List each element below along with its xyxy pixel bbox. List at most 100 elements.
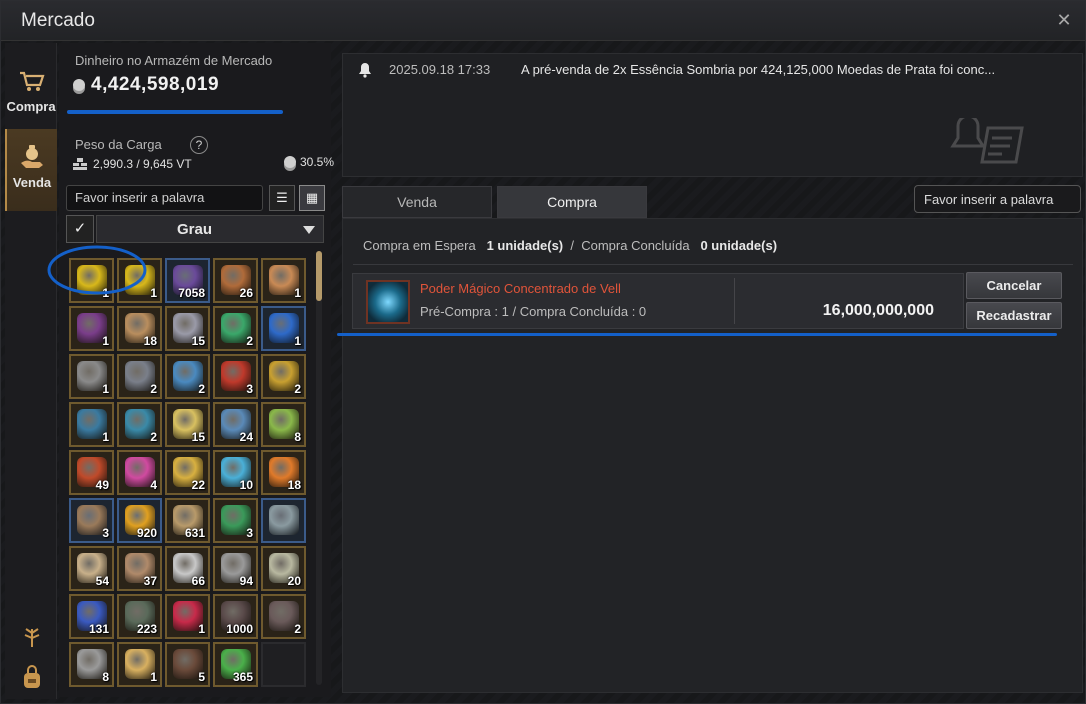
weight-percent: 30.5% [283, 155, 334, 169]
grade-checkbox[interactable]: ✓ [66, 215, 94, 243]
weight-amount: 2,990.3 / 9,645 VT [93, 157, 192, 171]
inventory-slot[interactable]: 3 [69, 498, 114, 543]
inventory-slot[interactable]: 2 [117, 402, 162, 447]
title-bar: Mercado ✕ [1, 1, 1085, 41]
item-count: 20 [287, 574, 301, 588]
item-count: 7058 [178, 286, 205, 300]
done-label: Compra Concluída [581, 238, 690, 253]
coins-stack-icon [283, 156, 296, 168]
inventory-slot[interactable]: 18 [261, 450, 306, 495]
tab-venda[interactable]: Venda [342, 186, 492, 218]
inventory-slot[interactable]: 24 [213, 402, 258, 447]
market-window: Mercado ✕ Compra Venda Dinheiro no Armaz… [0, 0, 1086, 704]
scrollbar-thumb[interactable] [316, 251, 322, 301]
inventory-search-input[interactable]: Favor inserir a palavra [66, 185, 263, 211]
item-count: 3 [246, 382, 253, 396]
inventory-slot[interactable]: 1 [261, 306, 306, 351]
backpack-icon[interactable] [19, 665, 45, 691]
inventory-slot[interactable]: 631 [165, 498, 210, 543]
divider [353, 264, 1073, 265]
inventory-slot[interactable]: 18 [117, 306, 162, 351]
waiting-label: Compra em Espera [363, 238, 476, 253]
grade-dropdown[interactable]: Grau [96, 215, 324, 243]
list-view-button[interactable]: ☰ [269, 185, 295, 211]
item-count: 131 [88, 622, 109, 636]
inventory-slot[interactable]: 2 [213, 306, 258, 351]
relist-button[interactable]: Recadastrar [966, 302, 1062, 329]
nav-item-compra[interactable]: Compra [5, 53, 57, 135]
nav-label-venda: Venda [12, 175, 52, 190]
weight-icon [73, 158, 87, 170]
inventory-slot[interactable]: 2 [165, 354, 210, 399]
house-icon [269, 505, 299, 535]
inventory-slot[interactable]: 2 [261, 594, 306, 639]
close-icon[interactable]: ✕ [1053, 9, 1075, 31]
inventory-slot[interactable]: 223 [117, 594, 162, 639]
inventory-slot[interactable]: 7058 [165, 258, 210, 303]
inventory-slot[interactable]: 3 [213, 498, 258, 543]
item-count: 1 [102, 430, 109, 444]
magic-orb-icon [366, 280, 410, 324]
inventory-slot[interactable]: 3 [213, 354, 258, 399]
summary-separator: / [570, 238, 574, 253]
money-label: Dinheiro no Armazém de Mercado [75, 53, 273, 68]
inventory-slot[interactable]: 54 [69, 546, 114, 591]
order-row[interactable]: Poder Mágico Concentrado de Vell Pré-Com… [352, 273, 964, 329]
inventory-panel: Dinheiro no Armazém de Mercado 4,424,598… [47, 43, 334, 697]
item-count: 54 [95, 574, 109, 588]
grid-view-button[interactable]: ▦ [299, 185, 325, 211]
inventory-slot[interactable]: 15 [165, 306, 210, 351]
inventory-slot[interactable]: 49 [69, 450, 114, 495]
inventory-slot[interactable]: 94 [213, 546, 258, 591]
inventory-slot[interactable] [261, 498, 306, 543]
inventory-slot[interactable]: 131 [69, 594, 114, 639]
item-count: 15 [191, 334, 205, 348]
inventory-slot[interactable]: 5 [165, 642, 210, 687]
inventory-slot[interactable]: 1 [117, 642, 162, 687]
grid-icon: ▦ [305, 190, 319, 205]
nav-item-venda[interactable]: Venda [5, 129, 57, 211]
inventory-slot[interactable]: 1 [261, 258, 306, 303]
inventory-slot[interactable]: 4 [117, 450, 162, 495]
bell-icon [359, 63, 371, 78]
item-count: 8 [102, 670, 109, 684]
inventory-slot[interactable]: 10 [213, 450, 258, 495]
inventory-slot[interactable]: 22 [165, 450, 210, 495]
inventory-slot[interactable]: 20 [261, 546, 306, 591]
inventory-slot[interactable]: 26 [213, 258, 258, 303]
tab-compra[interactable]: Compra [497, 186, 647, 218]
annotation-underline [67, 110, 283, 114]
cancel-button[interactable]: Cancelar [966, 272, 1062, 299]
order-search-input[interactable]: Favor inserir a palavra [914, 185, 1081, 213]
tree-icon[interactable] [19, 623, 45, 649]
item-count: 8 [294, 430, 301, 444]
help-icon[interactable]: ? [190, 136, 208, 154]
item-count: 631 [184, 526, 205, 540]
notification-message: A pré-venda de 2x Essência Sombria por 4… [521, 62, 996, 77]
weight-label: Peso da Carga [75, 137, 162, 152]
inventory-slot[interactable]: 1000 [213, 594, 258, 639]
inventory-slot-empty[interactable] [261, 642, 306, 687]
inventory-slot[interactable]: 920 [117, 498, 162, 543]
inventory-slot[interactable]: 2 [261, 354, 306, 399]
item-count: 1 [102, 334, 109, 348]
inventory-slot[interactable]: 8 [261, 402, 306, 447]
inventory-slot[interactable]: 37 [117, 546, 162, 591]
order-price: 16,000,000,000 [822, 302, 934, 319]
inventory-scrollbar[interactable] [316, 251, 322, 685]
item-count: 1 [198, 622, 205, 636]
inventory-slot[interactable]: 15 [165, 402, 210, 447]
item-count: 2 [150, 430, 157, 444]
item-count: 1 [294, 286, 301, 300]
inventory-slot[interactable]: 365 [213, 642, 258, 687]
inventory-slot[interactable]: 1 [69, 354, 114, 399]
inventory-slot[interactable]: 66 [165, 546, 210, 591]
annotation-circle [47, 245, 147, 295]
inventory-slot[interactable]: 1 [165, 594, 210, 639]
notification-date: 2025.09.18 17:33 [389, 62, 491, 77]
inventory-slot[interactable]: 1 [69, 306, 114, 351]
annotation-underline [337, 333, 1057, 336]
inventory-slot[interactable]: 1 [69, 402, 114, 447]
inventory-slot[interactable]: 8 [69, 642, 114, 687]
inventory-slot[interactable]: 2 [117, 354, 162, 399]
